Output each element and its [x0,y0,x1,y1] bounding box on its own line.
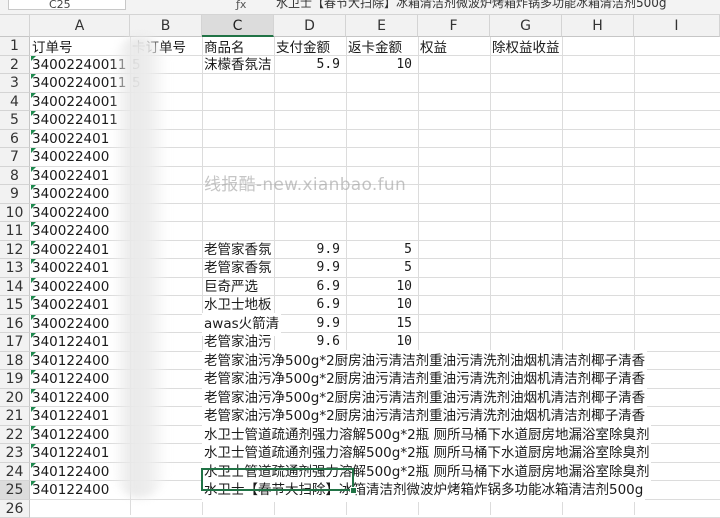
column-header-c[interactable]: C [202,15,274,37]
privacy-blur [114,36,166,498]
column-header-h[interactable]: H [562,15,634,37]
number-as-text-indicator-icon [31,407,36,412]
number-as-text-indicator-icon [31,370,36,375]
row-header-14[interactable]: 14 [0,278,30,297]
row-header-8[interactable]: 8 [0,167,30,186]
column-header-d[interactable]: D [274,15,346,37]
row-header-2[interactable]: 2 [0,56,30,75]
header-cell-net-profit[interactable]: 除权益收益 [490,37,562,60]
number-as-text-indicator-icon [31,185,36,190]
number-as-text-indicator-icon [31,352,36,357]
row-header-6[interactable]: 6 [0,130,30,149]
number-as-text-indicator-icon [31,333,36,338]
column-header-i[interactable]: I [634,15,720,37]
number-as-text-indicator-icon [31,444,36,449]
number-as-text-indicator-icon [31,148,36,153]
fill-handle[interactable] [350,487,357,494]
row-header-4[interactable]: 4 [0,93,30,112]
row-header-10[interactable]: 10 [0,204,30,223]
number-as-text-indicator-icon [31,296,36,301]
row-header-15[interactable]: 15 [0,296,30,315]
row-header-26[interactable]: 26 [0,500,30,518]
row-header-19[interactable]: 19 [0,370,30,389]
function-icon[interactable]: ƒx [236,0,246,11]
number-as-text-indicator-icon [31,74,36,79]
row-header-22[interactable]: 22 [0,426,30,445]
row-header-3[interactable]: 3 [0,74,30,93]
row-header-21[interactable]: 21 [0,407,30,426]
number-as-text-indicator-icon [31,463,36,468]
row-header-16[interactable]: 16 [0,315,30,334]
cell-a25[interactable]: 340122400 [30,479,130,502]
number-as-text-indicator-icon [31,389,36,394]
column-header-e[interactable]: E [346,15,418,37]
column-header-b[interactable]: B [130,15,202,37]
cell-c2[interactable]: 沫檬香氛洁 [202,54,274,77]
column-header-g[interactable]: G [490,15,562,37]
formula-input[interactable]: 水卫士【春节大扫除】冰箱清洁剂微波炉烤箱炸锅多功能冰箱清洁剂500g [276,0,720,10]
header-cell-rights[interactable]: 权益 [418,37,449,60]
row-header-1[interactable]: 1 [0,37,30,56]
select-all-corner[interactable] [0,15,30,37]
number-as-text-indicator-icon [31,278,36,283]
number-as-text-indicator-icon [31,259,36,264]
row-header-9[interactable]: 9 [0,185,30,204]
row-header-23[interactable]: 23 [0,444,30,463]
number-as-text-indicator-icon [31,56,36,61]
number-as-text-indicator-icon [31,93,36,98]
cell-d2[interactable]: 5.9 [274,54,346,77]
number-as-text-indicator-icon [31,222,36,227]
cell-c25[interactable]: 水卫士【春节大扫除】冰箱清洁剂微波炉烤箱炸锅多功能冰箱清洁剂500g [202,479,645,502]
number-as-text-indicator-icon [31,315,36,320]
row-header-18[interactable]: 18 [0,352,30,371]
row-header-11[interactable]: 11 [0,222,30,241]
watermark: 线报酷-new.xianbao.fun [204,170,406,195]
row-header-13[interactable]: 13 [0,259,30,278]
name-box[interactable]: C25 [8,0,126,10]
number-as-text-indicator-icon [31,204,36,209]
row-header-25[interactable]: 25 [0,481,30,500]
column-header-f[interactable]: F [418,15,490,37]
number-as-text-indicator-icon [31,241,36,246]
row-header-17[interactable]: 17 [0,333,30,352]
row-header-20[interactable]: 20 [0,389,30,408]
column-header-a[interactable]: A [30,15,130,37]
row-header-24[interactable]: 24 [0,463,30,482]
number-as-text-indicator-icon [31,130,36,135]
formula-bar: C25 ƒx 水卫士【春节大扫除】冰箱清洁剂微波炉烤箱炸锅多功能冰箱清洁剂500… [0,0,720,15]
number-as-text-indicator-icon [31,111,36,116]
row-header-7[interactable]: 7 [0,148,30,167]
row-header-12[interactable]: 12 [0,241,30,260]
cell-e2[interactable]: 10 [346,54,418,77]
number-as-text-indicator-icon [31,426,36,431]
number-as-text-indicator-icon [31,167,36,172]
number-as-text-indicator-icon [31,481,36,486]
row-header-5[interactable]: 5 [0,111,30,130]
